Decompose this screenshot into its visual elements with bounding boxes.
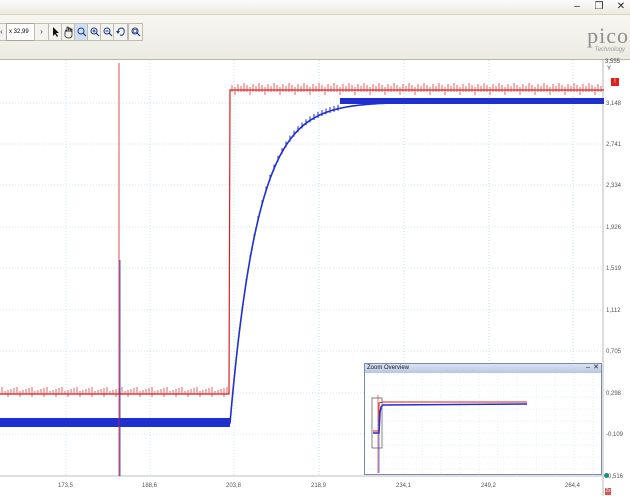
toolbar: ‹ x 32,99 › pico Technology	[0, 15, 630, 60]
logo-subtitle: Technology	[594, 47, 625, 53]
y-tick-label: 1,519	[606, 266, 622, 272]
zoom-fit-icon[interactable]	[128, 23, 143, 41]
zoom-overview-minimize-button[interactable]: –	[584, 364, 592, 373]
y-axis-name: Y	[607, 66, 612, 72]
y-tick-label: 0,705	[606, 349, 622, 355]
zoom-overview-close-button[interactable]: ✕	[592, 364, 600, 373]
x-tick-label: 188,6	[142, 483, 158, 489]
restore-button[interactable]: ❐	[592, 1, 606, 12]
y-tick-label: 0,298	[606, 391, 622, 397]
y-tick-label: 2,334	[606, 183, 622, 189]
y-tick-label: -0,109	[606, 432, 624, 438]
x-tick-label: 234,1	[396, 483, 412, 489]
zoom-overview-plot[interactable]	[364, 372, 601, 473]
x-tick-label: 173,5	[58, 483, 74, 489]
zoom-overview-panel[interactable]: Zoom Overview – ✕	[364, 363, 602, 475]
close-button[interactable]: ✕	[614, 1, 628, 12]
overview-trace-b	[373, 403, 528, 434]
channel-indicator-icon	[604, 473, 609, 478]
x-tick-label: 218,9	[311, 483, 327, 489]
y-tick-label: 3,148	[606, 101, 622, 107]
minimize-button[interactable]: –	[570, 1, 584, 12]
y-axis-alert-marker[interactable]: !	[611, 78, 619, 86]
zoom-next-button[interactable]: ›	[34, 23, 49, 41]
logo-word: pico	[587, 23, 629, 48]
channel-marker[interactable]: 2x	[605, 488, 611, 495]
undo-zoom-icon[interactable]	[113, 23, 128, 41]
y-tick-label: 1,926	[606, 225, 622, 231]
y-tick-label: 2,741	[606, 142, 622, 148]
overview-trace-a	[373, 401, 527, 432]
y-axis-top-label: 3,555	[605, 59, 621, 65]
zoom-overview-titlebar: Zoom Overview – ✕	[365, 364, 601, 373]
x-tick-label: 249,2	[481, 483, 497, 489]
title-bar: – ❐ ✕	[0, 0, 630, 15]
zoom-value-field[interactable]: x 32,99	[6, 23, 36, 41]
zoom-overview-title: Zoom Overview	[367, 365, 410, 371]
y-tick-label: 1,112	[606, 308, 621, 314]
trace-channel-b-high-band	[340, 98, 604, 104]
x-tick-label: 264,4	[565, 483, 581, 489]
pico-logo: pico Technology	[569, 25, 629, 59]
x-tick-label: 203,8	[226, 483, 242, 489]
overview-zoom-window[interactable]	[371, 397, 383, 449]
overview-grid	[364, 372, 601, 473]
